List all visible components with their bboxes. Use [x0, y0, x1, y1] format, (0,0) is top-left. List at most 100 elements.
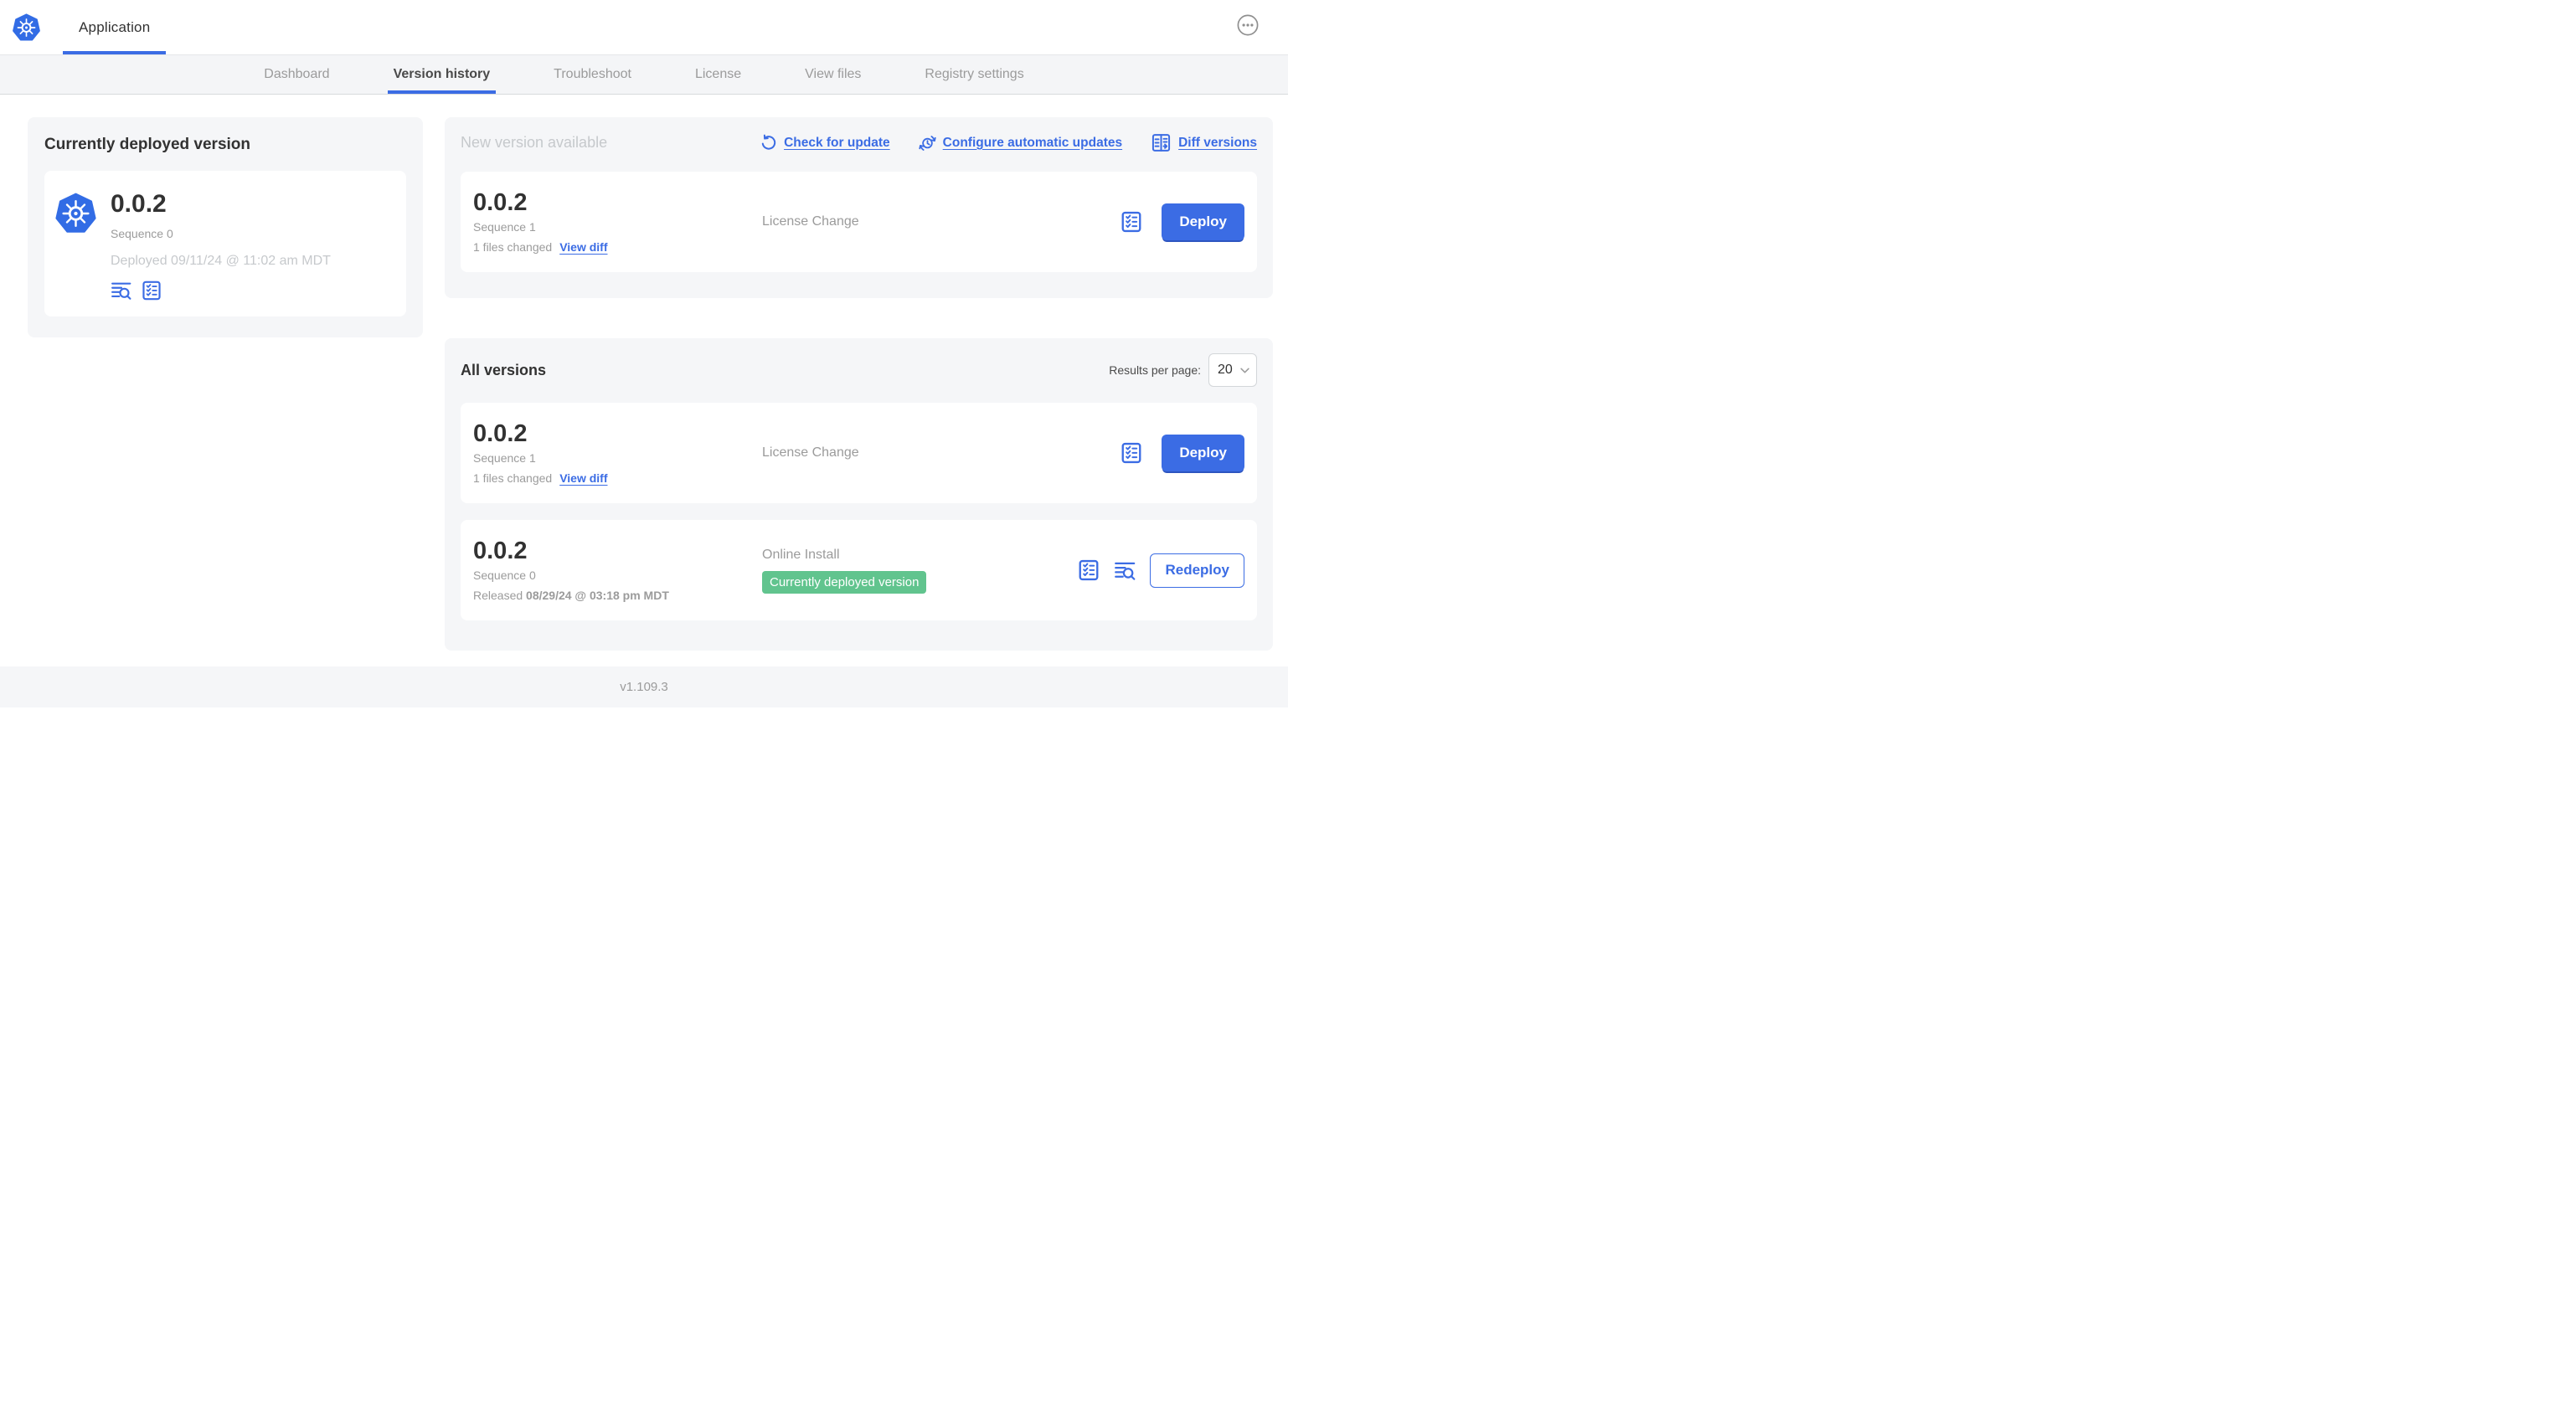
refresh-icon	[761, 134, 776, 150]
results-per-page-value: 20	[1218, 363, 1233, 377]
tab-label: View files	[805, 67, 862, 81]
version-source: Online Install Currently deployed versio…	[762, 548, 1077, 594]
checklist-icon	[1121, 442, 1141, 464]
release-notes-button[interactable]	[1120, 441, 1143, 465]
checklist-icon	[142, 280, 161, 300]
release-notes-button[interactable]	[1120, 210, 1143, 234]
version-actions: Redeploy	[1077, 553, 1244, 588]
diff-versions-label: Diff versions	[1178, 135, 1257, 150]
view-logs-button[interactable]	[111, 280, 132, 301]
version-info: 0.0.2 Sequence 0 Released 08/29/24 @ 03:…	[473, 538, 762, 602]
tab-label: Dashboard	[264, 67, 330, 81]
all-versions-panel: All versions Results per page: 20 0.0.2 …	[445, 338, 1273, 651]
deploy-button[interactable]: Deploy	[1162, 203, 1244, 240]
app-footer: v1.109.3	[0, 666, 1288, 708]
released-date: 08/29/24 @ 03:18 pm MDT	[526, 589, 669, 603]
view-diff-link[interactable]: View diff	[559, 240, 607, 254]
version-row: 0.0.2 Sequence 0 Released 08/29/24 @ 03:…	[461, 520, 1257, 620]
all-versions-header: All versions Results per page: 20	[461, 353, 1257, 387]
current-version-details: 0.0.2 Sequence 0 Deployed 09/11/24 @ 11:…	[111, 191, 331, 301]
release-notes-button[interactable]	[1077, 558, 1100, 582]
files-changed-label: 1 files changed	[473, 240, 553, 255]
tab-registry-settings[interactable]: Registry settings	[919, 55, 1029, 94]
version-info: 0.0.2 Sequence 1 1 files changed View di…	[473, 419, 762, 485]
app-header: Application	[0, 0, 1288, 55]
deploy-button[interactable]: Deploy	[1162, 435, 1244, 471]
version-row: 0.0.2 Sequence 1 1 files changed View di…	[461, 403, 1257, 503]
new-version-title: New version available	[461, 134, 608, 151]
currently-deployed-title: Currently deployed version	[44, 136, 251, 153]
current-version-number: 0.0.2	[111, 190, 167, 218]
logs-icon	[111, 282, 131, 300]
chevron-down-icon	[1240, 368, 1249, 373]
version-sequence: Sequence 0	[473, 569, 536, 583]
view-diff-link[interactable]: View diff	[559, 471, 607, 485]
released-prefix: Released	[473, 589, 527, 603]
app-title-tab[interactable]: Application	[63, 0, 167, 54]
right-column: New version available Check for update C…	[445, 117, 1273, 651]
version-sequence: Sequence 1	[473, 451, 536, 466]
checklist-icon	[1079, 559, 1099, 581]
version-info: 0.0.2 Sequence 1 1 files changed View di…	[473, 188, 762, 254]
results-per-page-label: Results per page:	[1109, 363, 1201, 377]
tab-label: Registry settings	[925, 67, 1024, 81]
diff-versions-link[interactable]: Diff versions	[1151, 132, 1257, 153]
source-label: Online Install	[762, 547, 840, 562]
version-actions: Deploy	[1120, 203, 1244, 240]
files-changed-label: 1 files changed	[473, 471, 553, 486]
results-per-page: Results per page: 20	[1109, 353, 1257, 387]
kots-admin-page: Application Dashboard Version history Tr…	[0, 0, 1288, 708]
checklist-icon	[1121, 211, 1141, 233]
current-version-sequence: Sequence 0	[111, 226, 173, 240]
tab-label: Version history	[393, 67, 491, 81]
app-title: Application	[79, 18, 151, 35]
tab-license[interactable]: License	[689, 55, 747, 94]
files-changed-row: 1 files changed View diff	[473, 240, 762, 254]
check-for-update-link[interactable]: Check for update	[760, 134, 890, 152]
tab-label: License	[694, 67, 742, 81]
version-released-at: Released 08/29/24 @ 03:18 pm MDT	[473, 589, 762, 602]
kubernetes-logo-icon	[13, 13, 40, 41]
ellipsis-icon	[1237, 14, 1259, 36]
version-number: 0.0.2	[473, 537, 528, 564]
more-menu-button[interactable]	[1237, 14, 1259, 36]
app-subnav: Dashboard Version history Troubleshoot L…	[0, 55, 1288, 95]
tab-dashboard[interactable]: Dashboard	[258, 55, 335, 94]
tab-view-files[interactable]: View files	[799, 55, 867, 94]
diff-icon	[1152, 134, 1171, 152]
version-actions: Deploy	[1120, 435, 1244, 471]
current-version-card: 0.0.2 Sequence 0 Deployed 09/11/24 @ 11:…	[44, 171, 406, 316]
version-number: 0.0.2	[473, 419, 528, 447]
tab-label: Troubleshoot	[554, 67, 631, 81]
release-notes-button[interactable]	[141, 280, 162, 301]
tab-version-history[interactable]: Version history	[387, 55, 497, 94]
configure-automatic-updates-label: Configure automatic updates	[942, 135, 1123, 150]
files-changed-row: 1 files changed View diff	[473, 471, 762, 485]
check-for-update-label: Check for update	[784, 135, 890, 150]
redeploy-button[interactable]: Redeploy	[1150, 553, 1244, 588]
results-per-page-select[interactable]: 20	[1208, 353, 1257, 387]
new-version-row: 0.0.2 Sequence 1 1 files changed View di…	[461, 172, 1257, 272]
currently-deployed-panel: Currently deployed version 0.0.2 Sequenc…	[28, 117, 423, 337]
source-label: License Change	[762, 214, 859, 229]
version-number: 0.0.2	[473, 188, 528, 216]
version-source: License Change	[762, 445, 1120, 461]
logs-icon	[1115, 562, 1136, 580]
view-logs-button[interactable]	[1114, 559, 1136, 582]
current-version-actions	[111, 280, 331, 301]
version-sequence: Sequence 1	[473, 220, 536, 234]
currently-deployed-badge: Currently deployed version	[762, 570, 927, 594]
new-version-panel-header: New version available Check for update C…	[461, 132, 1257, 153]
source-label: License Change	[762, 445, 859, 460]
main-content: Currently deployed version 0.0.2 Sequenc…	[0, 95, 1288, 651]
current-version-deployed-at: Deployed 09/11/24 @ 11:02 am MDT	[111, 253, 331, 268]
new-version-panel: New version available Check for update C…	[445, 117, 1273, 298]
tab-troubleshoot[interactable]: Troubleshoot	[548, 55, 637, 94]
version-source: License Change	[762, 214, 1120, 229]
auto-update-clock-icon	[919, 136, 936, 151]
app-kubernetes-icon	[55, 193, 96, 233]
configure-automatic-updates-link[interactable]: Configure automatic updates	[919, 134, 1122, 152]
console-version: v1.109.3	[620, 680, 668, 694]
all-versions-title: All versions	[461, 361, 547, 378]
update-actions: Check for update Configure automatic upd…	[760, 132, 1257, 153]
